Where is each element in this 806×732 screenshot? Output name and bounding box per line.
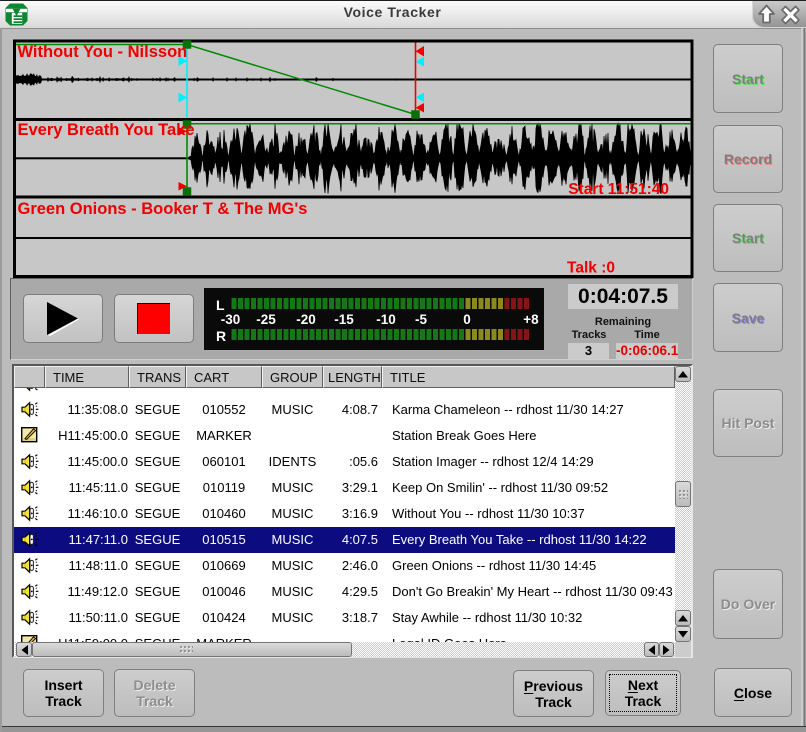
svg-text:R: R: [216, 328, 226, 344]
svg-text:-5: -5: [415, 312, 427, 327]
svg-text:Green Onions - Booker T & The: Green Onions - Booker T & The MG's: [18, 200, 308, 218]
svg-text:-30: -30: [221, 312, 241, 327]
svg-text:-20: -20: [296, 312, 316, 327]
svg-text:Every Breath You Take: Every Breath You Take: [18, 121, 195, 139]
svg-text:L: L: [216, 297, 225, 313]
svg-text:-25: -25: [256, 312, 276, 327]
svg-text:Talk :0: Talk :0: [567, 260, 615, 277]
svg-text:-15: -15: [334, 312, 354, 327]
svg-text:Start 11:51:40: Start 11:51:40: [568, 181, 669, 198]
svg-text:+8: +8: [523, 312, 539, 327]
svg-text:Without You - Nilsson: Without You - Nilsson: [18, 43, 188, 61]
svg-text:0: 0: [463, 312, 471, 327]
svg-text:-10: -10: [376, 312, 396, 327]
